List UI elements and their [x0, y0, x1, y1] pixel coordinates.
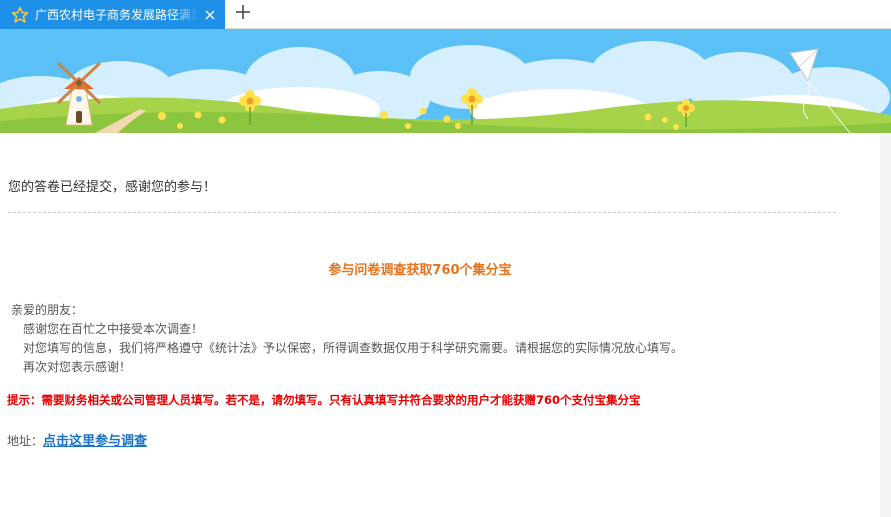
survey-letter: 亲爱的朋友： 感谢您在百忙之中接受本次调查！ 对您填写的信息，我们将严格遵守《统…: [11, 301, 683, 377]
tab-title: 广西农村电子商务发展路径满意度调查: [35, 8, 198, 22]
main-content: 您的答卷已经提交，感谢您的参与！ 参与问卷调查获取760个集分宝 亲爱的朋友： …: [0, 133, 880, 517]
letter-line: 感谢您在百忙之中接受本次调查！: [23, 322, 204, 336]
survey-link[interactable]: 点击这里参与调查: [43, 430, 147, 449]
submission-thanks-message: 您的答卷已经提交，感谢您的参与！: [8, 180, 217, 195]
new-tab-button[interactable]: [233, 4, 253, 24]
letter-line: 再次对您表示感谢！: [23, 360, 132, 374]
requirement-notice: 提示：需要财务相关或公司管理人员填写。若不是，请勿填写。只有认真填写并符合要求的…: [7, 393, 641, 407]
letter-greeting: 亲爱的朋友：: [11, 303, 84, 317]
browser-tab[interactable]: 广西农村电子商务发展路径满意度调查: [0, 0, 225, 29]
address-label: 地址：: [7, 434, 44, 448]
letter-line: 对您填写的信息，我们将严格遵守《统计法》予以保密，所得调查数据仅用于科学研究需要…: [23, 341, 684, 355]
survey-address: 地址： 点击这里参与调查: [7, 430, 147, 449]
star-icon: [9, 4, 31, 26]
plus-icon: [235, 4, 251, 24]
header-banner: [0, 29, 891, 133]
promo-headline: 参与问卷调查获取760个集分宝: [328, 263, 512, 278]
tab-strip: 广西农村电子商务发展路径满意度调查: [0, 0, 891, 29]
page-gutter: [880, 133, 891, 517]
divider: [8, 212, 836, 213]
close-icon[interactable]: [203, 8, 217, 22]
